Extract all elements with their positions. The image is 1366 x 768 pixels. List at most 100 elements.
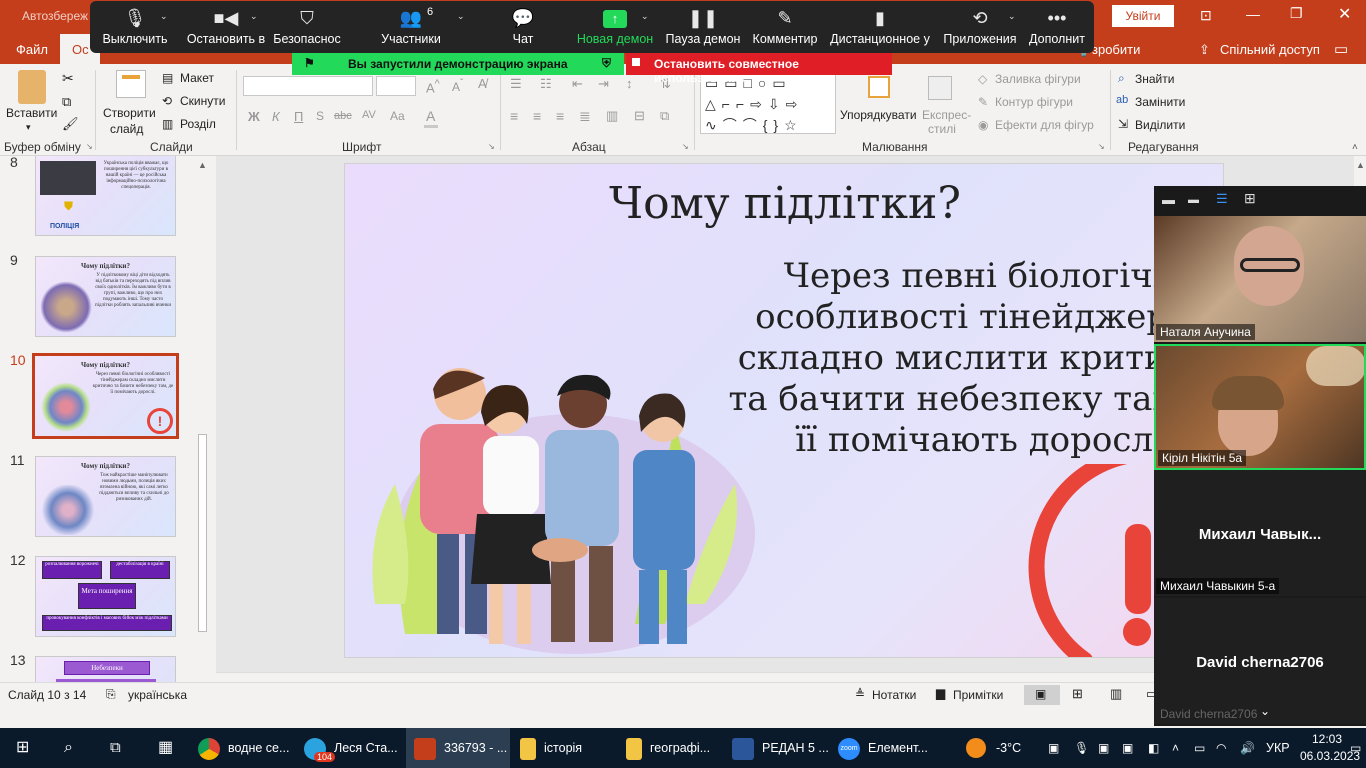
bullets-icon[interactable]: ☰ bbox=[510, 76, 522, 92]
strip-view-icon[interactable]: ☰ bbox=[1216, 191, 1228, 207]
chevron-down-icon[interactable]: ⌄ bbox=[250, 11, 258, 22]
minimize-icon[interactable]: — bbox=[1246, 6, 1260, 22]
restore-icon[interactable]: ❐ bbox=[1290, 5, 1303, 22]
paragraph-launcher-icon[interactable]: ↘ bbox=[682, 142, 689, 151]
increase-indent-icon[interactable]: ⇥ bbox=[598, 76, 609, 92]
comments-button[interactable]: Примітки bbox=[953, 688, 1003, 702]
notifications-icon[interactable]: ▭ bbox=[1350, 728, 1361, 768]
clock-time[interactable]: 12:03 bbox=[1312, 732, 1342, 746]
video-tile-2[interactable]: Кіріл Нікітін 5а bbox=[1154, 344, 1366, 470]
video-tile-1[interactable]: Наталя Анучина bbox=[1154, 216, 1366, 342]
tray-icon[interactable]: ▣ bbox=[1122, 728, 1133, 768]
font-color-icon[interactable]: A bbox=[426, 108, 435, 124]
remote-control-button[interactable]: ▮ Дистанционное у bbox=[830, 5, 930, 51]
taskbar-folder-history[interactable]: історія bbox=[520, 728, 620, 768]
collapse-ribbon-icon[interactable]: ˄ bbox=[1352, 142, 1358, 153]
columns-icon[interactable]: ▥ bbox=[606, 108, 618, 124]
video-tile-4[interactable]: David cherna2706 David cherna2706 ⌄ bbox=[1154, 598, 1366, 724]
slide-thumbnail-12[interactable]: розпалювання ворожнечі дестабілізація в … bbox=[35, 556, 176, 637]
replace-button[interactable]: Замінити bbox=[1135, 95, 1185, 109]
taskbar-word[interactable]: РЕДАН 5 ... bbox=[732, 728, 832, 768]
minimize-gallery-icon[interactable]: ▬ bbox=[1162, 192, 1175, 207]
weather-sun-icon[interactable] bbox=[966, 738, 986, 758]
slide-thumbnail-13[interactable]: Небезпеки bbox=[35, 656, 176, 682]
shape-fill-button[interactable]: Заливка фігури bbox=[995, 72, 1081, 86]
font-size-input[interactable] bbox=[376, 76, 416, 96]
new-slide-label2[interactable]: слайд bbox=[110, 122, 143, 136]
chevron-down-icon[interactable]: ⌄ bbox=[160, 11, 168, 22]
windows-start-icon[interactable]: ⊞ bbox=[16, 728, 29, 768]
network-icon[interactable]: ▭ bbox=[1194, 728, 1205, 768]
thumbs-scrollbar[interactable]: ▲ bbox=[196, 160, 210, 632]
justify-icon[interactable]: ≣ bbox=[579, 108, 591, 125]
ribbon-display-icon[interactable]: ⊡ bbox=[1200, 7, 1212, 24]
taskbar-chrome[interactable]: водне се... bbox=[198, 728, 298, 768]
align-center-icon[interactable]: ≡ bbox=[533, 108, 541, 124]
tray-icon[interactable]: ◧ bbox=[1148, 728, 1159, 768]
slide-body-text[interactable]: Через певні біологічні особливості тіней… bbox=[675, 256, 1223, 461]
annotate-button[interactable]: ✎ Комментир bbox=[750, 5, 820, 51]
arrange-button[interactable]: Упорядкувати bbox=[840, 108, 917, 122]
more-button[interactable]: ••• Дополнит bbox=[1025, 5, 1089, 51]
layout-button[interactable]: Макет bbox=[180, 71, 214, 85]
format-painter-icon[interactable]: 🖌 bbox=[62, 116, 79, 132]
shape-outline-button[interactable]: Контур фігури bbox=[995, 95, 1073, 109]
copy-icon[interactable]: ⧉ bbox=[62, 94, 71, 110]
search-icon[interactable]: ⌕ bbox=[64, 728, 73, 768]
smartart-icon[interactable]: ⧉ bbox=[660, 108, 669, 124]
shadow-button[interactable]: S bbox=[316, 109, 324, 123]
stop-share-button[interactable]: Остановить совместное использование bbox=[626, 53, 892, 85]
normal-view-button[interactable]: ▣ bbox=[1024, 685, 1060, 705]
calculator-icon[interactable]: ▦ bbox=[158, 728, 173, 768]
security-button[interactable]: ⛉ Безопаснос bbox=[270, 5, 344, 51]
change-case-button[interactable]: Aa bbox=[390, 109, 405, 123]
tab-file[interactable]: Файл bbox=[16, 42, 48, 57]
pause-share-button[interactable]: ❚❚ Пауза демон bbox=[664, 5, 742, 51]
cut-icon[interactable]: ✂ bbox=[62, 70, 74, 87]
reset-button[interactable]: Скинути bbox=[180, 94, 225, 108]
taskbar-folder-geography[interactable]: географі... bbox=[626, 728, 726, 768]
gallery-view-icon[interactable]: ⊞ bbox=[1244, 190, 1256, 207]
taskbar-zoom[interactable]: zoom Елемент... bbox=[838, 728, 938, 768]
clear-format-icon[interactable]: A̸ bbox=[478, 76, 487, 91]
underline-button[interactable]: П bbox=[294, 109, 303, 124]
chevron-down-icon[interactable]: ⌄ bbox=[457, 11, 465, 22]
slide-title[interactable]: Чому підлітки? bbox=[345, 178, 1223, 229]
wifi-icon[interactable]: ◠ bbox=[1216, 728, 1226, 768]
taskbar-telegram[interactable]: Леся Ста... bbox=[304, 728, 404, 768]
slide-thumbnail-8[interactable]: ⛊ ПОЛІЦІЯ Українська поліція вважає, що … bbox=[35, 156, 176, 236]
slide-thumbnail-11[interactable]: Чому підлітки? Тож найкрастіше маніпулюв… bbox=[35, 456, 176, 537]
char-spacing-button[interactable]: AV bbox=[362, 109, 376, 121]
select-button[interactable]: Виділити bbox=[1135, 118, 1185, 132]
decrease-indent-icon[interactable]: ⇤ bbox=[572, 76, 583, 92]
close-icon[interactable]: ✕ bbox=[1338, 4, 1351, 24]
share-icon[interactable]: ⇪ bbox=[1199, 42, 1210, 58]
align-left-icon[interactable]: ≡ bbox=[510, 108, 518, 124]
volume-icon[interactable]: 🔊 bbox=[1240, 728, 1255, 768]
quick-styles-button[interactable]: Експрес- bbox=[922, 108, 971, 122]
strike-button[interactable]: abc bbox=[334, 110, 352, 122]
reading-view-icon[interactable]: ▥ bbox=[1110, 686, 1122, 702]
stop-video-button[interactable]: ■◀ Остановить в bbox=[180, 5, 272, 51]
taskbar-powerpoint[interactable]: 336793 - ... bbox=[406, 728, 510, 768]
numbering-icon[interactable]: ☷ bbox=[540, 76, 552, 92]
align-text-icon[interactable]: ⊟ bbox=[634, 108, 645, 124]
new-slide-button[interactable]: Створити bbox=[103, 106, 156, 120]
paste-icon[interactable] bbox=[18, 70, 46, 104]
horizontal-scrollbar[interactable] bbox=[216, 672, 1154, 682]
font-launcher-icon[interactable]: ↘ bbox=[488, 142, 495, 151]
section-button[interactable]: Розділ bbox=[180, 117, 216, 131]
tray-app-icon[interactable]: ▣ bbox=[1048, 728, 1059, 768]
drawing-launcher-icon[interactable]: ↘ bbox=[1098, 142, 1105, 151]
bold-button[interactable]: Ж bbox=[248, 109, 260, 124]
tell-me-label[interactable]: зробити bbox=[1092, 42, 1140, 57]
share-button[interactable]: Спільний доступ bbox=[1220, 42, 1320, 57]
video-tile-3[interactable]: Михаил Чавык... Михаил Чавыкин 5-а bbox=[1154, 470, 1366, 596]
shape-effects-button[interactable]: Ефекти для фігур bbox=[995, 118, 1094, 132]
shrink-font-icon[interactable]: Aˇ bbox=[452, 78, 463, 94]
keyboard-language[interactable]: УКР bbox=[1266, 728, 1290, 768]
align-right-icon[interactable]: ≡ bbox=[556, 108, 564, 124]
teens-teamwork-illustration[interactable] bbox=[365, 364, 755, 654]
new-slide-icon[interactable] bbox=[116, 70, 146, 98]
zoom-tray-icon[interactable]: ▣ bbox=[1098, 728, 1109, 768]
